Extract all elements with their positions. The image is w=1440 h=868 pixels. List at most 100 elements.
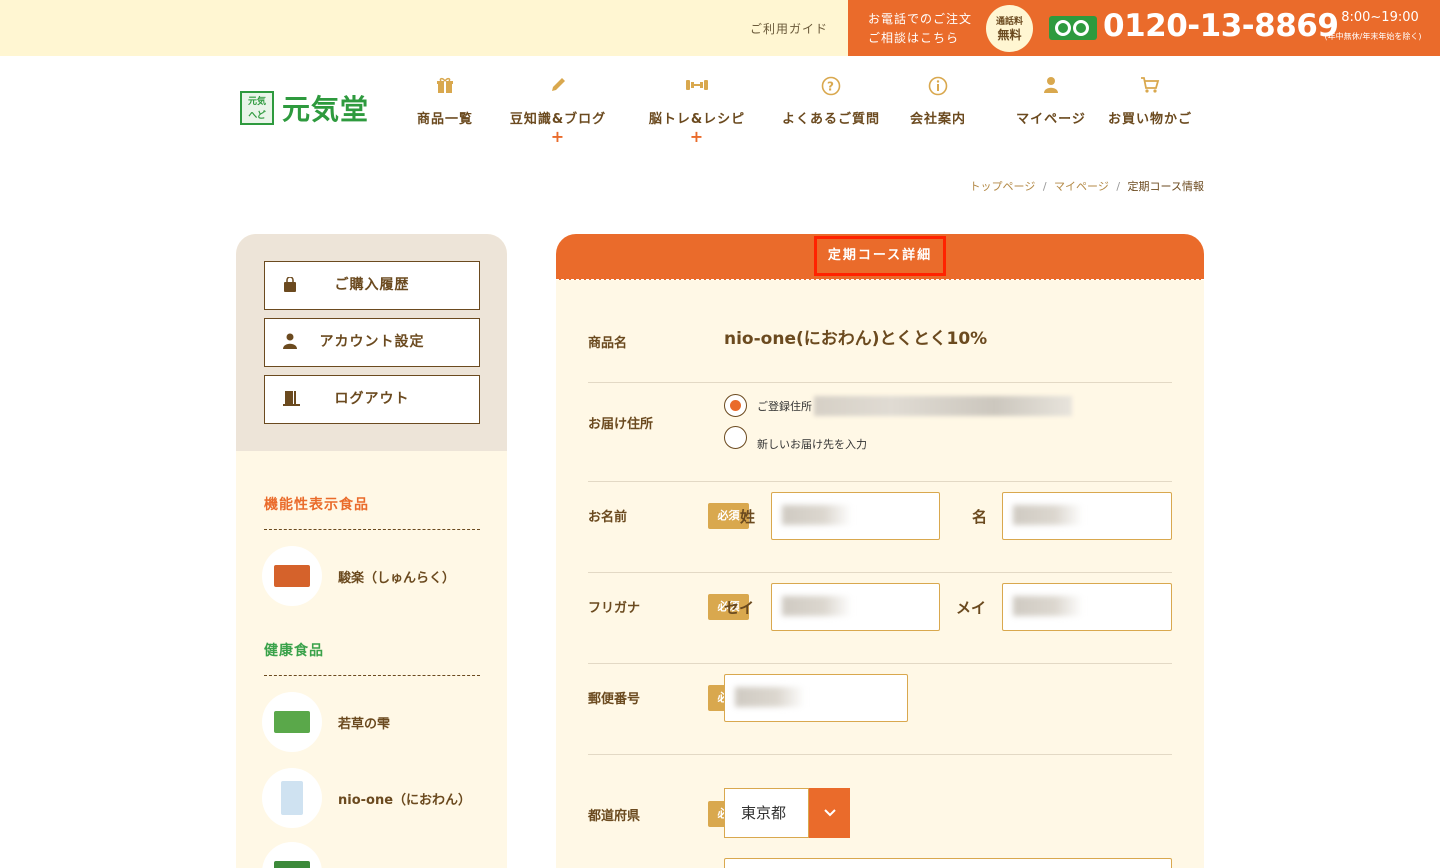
product-label: 若草の雫 [338, 716, 391, 732]
sidebar: ご購入履歴 アカウント設定 ログアウト 機能性表示食品 駿楽（しゅんらく） 健康… [236, 234, 507, 868]
free-call-badge: 通話料 無料 [986, 5, 1033, 52]
sidebar-product-shunraku[interactable]: 駿楽（しゅんらく） [262, 546, 455, 606]
radio-label: ご登録住所 [757, 399, 812, 413]
free-badge-line2: 無料 [997, 28, 1022, 42]
card-title: 定期コース詳細 [814, 236, 946, 276]
nav-label: 豆知識&ブログ [509, 112, 607, 127]
breadcrumb: トップページ / マイページ / 定期コース情報 [970, 178, 1204, 194]
info-icon [909, 76, 967, 96]
phone-order-banner[interactable]: お電話でのご注文 ご相談はこちら 通話料 無料 0120-13-8869 8:0… [848, 0, 1440, 56]
user-icon [283, 319, 297, 369]
phone-order-text: お電話でのご注文 ご相談はこちら [868, 10, 972, 48]
radio-button[interactable] [724, 425, 747, 449]
phone-text-line2: ご相談はこちら [868, 31, 960, 45]
button-label: ご購入履歴 [334, 277, 410, 293]
product-label: nio-one（におわん） [338, 792, 472, 808]
business-hours: 8:00~19:00 (年中無休/年末年始を除く) [1325, 10, 1430, 42]
first-name-field[interactable] [1002, 492, 1172, 540]
breadcrumb-current: 定期コース情報 [1127, 180, 1204, 193]
gift-icon [416, 76, 474, 96]
plus-icon[interactable]: + [551, 127, 565, 146]
product-thumbnail [262, 768, 322, 828]
sidebar-account-menu: ご購入履歴 アカウント設定 ログアウト [236, 234, 507, 451]
nav-label: 脳トレ&レシピ [648, 112, 746, 127]
postal-label: 郵便番号 [588, 692, 641, 707]
kana-last-label: セイ [724, 599, 755, 617]
product-name: nio-one(におわん)とくとく10% [724, 329, 988, 349]
product-label: 駿楽（しゅんらく） [338, 570, 456, 586]
phone-text-line1: お電話でのご注文 [868, 12, 973, 26]
last-name-field[interactable] [771, 492, 940, 540]
kana-last-field[interactable] [771, 583, 940, 631]
cart-icon [1107, 76, 1193, 96]
nav-cart[interactable]: お買い物かご [1107, 76, 1193, 127]
question-icon: ? [780, 76, 882, 96]
product-thumbnail [262, 546, 322, 606]
nav-brain-recipe[interactable]: 脳トレ&レシピ + [641, 76, 753, 146]
breadcrumb-mypage[interactable]: マイページ [1054, 180, 1109, 193]
radio-button[interactable] [724, 394, 747, 417]
sidebar-product-nio-one[interactable]: nio-one（におわん） [262, 768, 471, 828]
prefecture-label: 都道府県 [588, 809, 641, 824]
nav-label: よくあるご質問 [781, 112, 880, 127]
prefecture-value: 東京都 [724, 788, 809, 838]
address-label: お届け住所 [588, 417, 654, 432]
usage-guide-link[interactable]: ご利用ガイド [750, 20, 828, 37]
phone-number[interactable]: 0120-13-8869 [1103, 8, 1339, 44]
last-name-label: 姓 [740, 508, 756, 526]
free-badge-line1: 通話料 [995, 17, 1023, 27]
nav-blog[interactable]: 豆知識&ブログ + [502, 76, 614, 146]
kana-first-field[interactable] [1002, 583, 1172, 631]
hours-time: 8:00~19:00 [1341, 10, 1419, 25]
site-logo[interactable]: 元気 へど 元気堂 [240, 88, 369, 128]
svg-text:?: ? [827, 80, 835, 94]
pencil-icon [502, 76, 614, 96]
postal-code-field[interactable] [724, 674, 908, 722]
nav-label: 会社案内 [909, 112, 966, 127]
logout-button[interactable]: ログアウト [264, 375, 480, 424]
kana-label: フリガナ [588, 601, 641, 616]
logo-mark-icon: 元気 へど [240, 91, 274, 125]
logo-text: 元気堂 [282, 93, 370, 126]
nav-company[interactable]: 会社案内 [909, 76, 967, 127]
nav-products[interactable]: 商品一覧 [416, 76, 474, 127]
breadcrumb-separator: / [1042, 180, 1047, 193]
top-bar: ご利用ガイド お電話でのご注文 ご相談はこちら 通話料 無料 0120-13-8… [0, 0, 1440, 56]
radio-label: 新しいお届け先を入力 [757, 438, 867, 451]
hours-note: (年中無休/年末年始を除く) [1324, 32, 1422, 41]
nav-label: お買い物かご [1107, 112, 1192, 127]
kana-first-label: メイ [956, 599, 987, 617]
registered-address-option[interactable]: ご登録住所 [724, 394, 1072, 417]
nav-label: マイページ [1016, 112, 1086, 127]
name-label: お名前 [588, 510, 628, 525]
plus-icon[interactable]: + [690, 127, 704, 146]
category-health-foods[interactable]: 健康食品 [264, 640, 480, 676]
sidebar-product-wakakusa[interactable]: 若草の雫 [262, 692, 390, 752]
free-dial-icon [1049, 16, 1097, 40]
purchase-history-button[interactable]: ご購入履歴 [264, 261, 480, 310]
product-label: 商品名 [588, 336, 628, 351]
door-icon [283, 376, 301, 426]
product-thumbnail [262, 692, 322, 752]
chevron-down-icon[interactable] [809, 788, 850, 838]
category-functional-foods[interactable]: 機能性表示食品 [264, 494, 480, 530]
prefecture-row: 都道府県 必須 [588, 755, 1172, 868]
card-header: 定期コース詳細 [556, 234, 1204, 280]
account-settings-button[interactable]: アカウント設定 [264, 318, 480, 367]
button-label: アカウント設定 [319, 334, 425, 350]
nav-faq[interactable]: ? よくあるご質問 [780, 76, 882, 127]
breadcrumb-top[interactable]: トップページ [970, 180, 1036, 193]
redacted-address [814, 395, 1072, 416]
subscription-detail-card: 定期コース詳細 商品名 nio-one(におわん)とくとく10% お届け住所 ご… [556, 234, 1204, 868]
nav-mypage[interactable]: マイページ [1015, 76, 1087, 127]
address-field[interactable] [724, 858, 1172, 868]
new-address-option[interactable]: 新しいお届け先を入力 [724, 422, 867, 452]
button-label: ログアウト [334, 391, 410, 407]
user-icon [1015, 76, 1087, 96]
sidebar-product-4[interactable] [262, 842, 338, 868]
dumbbell-icon [641, 76, 753, 96]
breadcrumb-separator: / [1116, 180, 1121, 193]
prefecture-select[interactable]: 東京都 [724, 788, 850, 838]
bag-icon [283, 262, 297, 313]
first-name-label: 名 [972, 508, 988, 526]
